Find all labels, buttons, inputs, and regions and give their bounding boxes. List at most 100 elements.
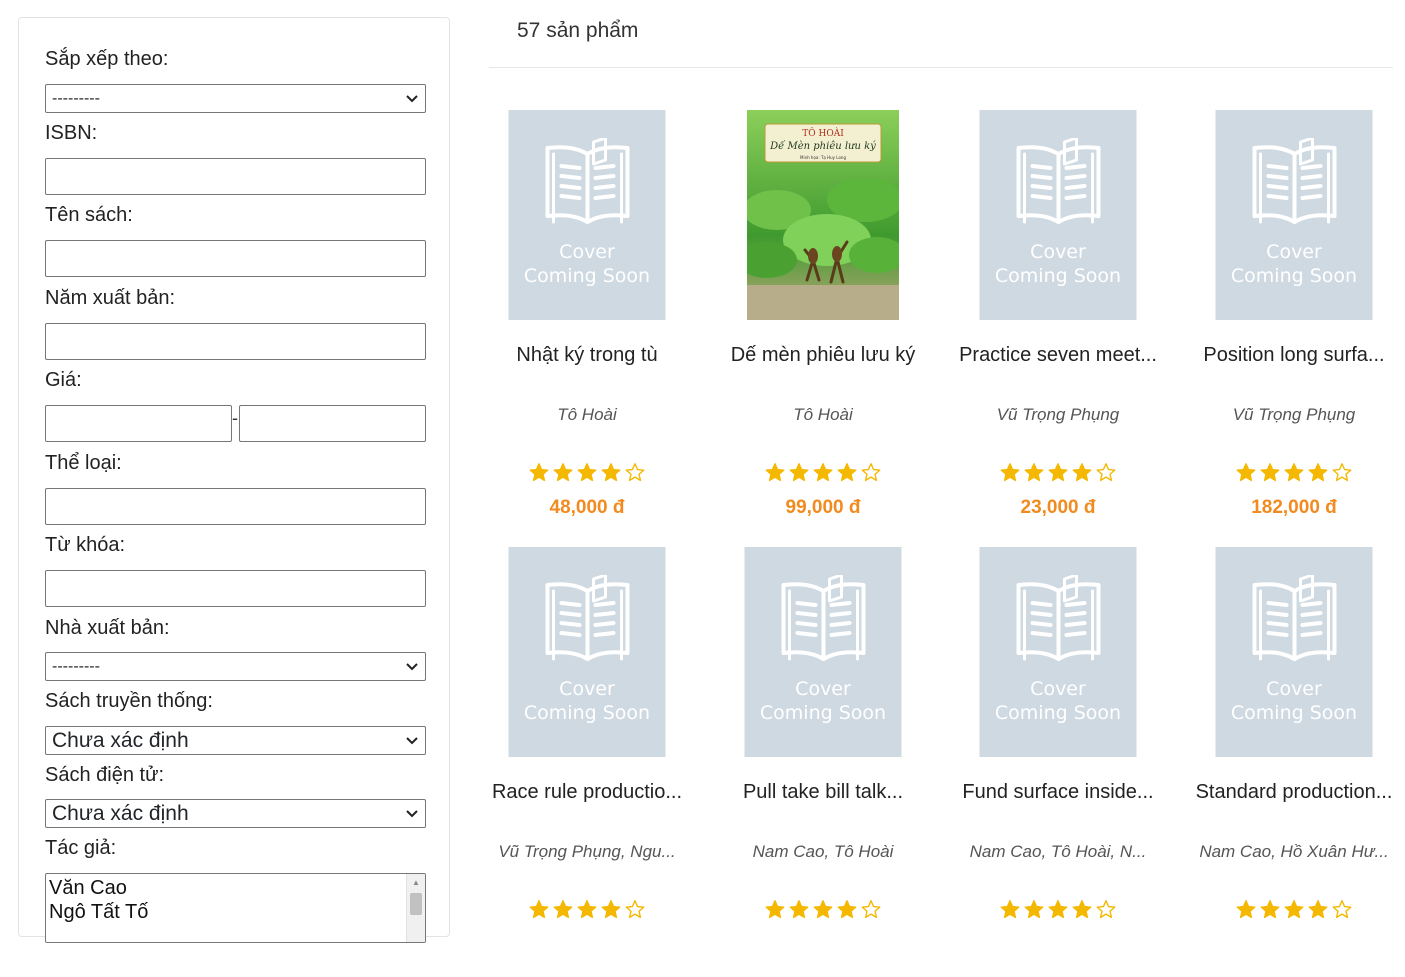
results-divider bbox=[489, 67, 1393, 68]
open-book-icon bbox=[545, 138, 630, 224]
star-empty-icon bbox=[625, 463, 645, 482]
sort-select[interactable]: --------- bbox=[45, 84, 426, 113]
rating-stars bbox=[487, 899, 687, 920]
genre-input[interactable] bbox=[45, 488, 426, 525]
book-cover[interactable]: Cover Coming Soon bbox=[979, 110, 1137, 320]
cover-placeholder-text: Cover Coming Soon bbox=[759, 678, 887, 724]
price-min-input[interactable] bbox=[45, 405, 232, 442]
rating-stars bbox=[1194, 462, 1394, 483]
publish-year-input[interactable] bbox=[45, 323, 426, 360]
open-book-icon bbox=[1016, 138, 1101, 224]
author-option[interactable]: Ngô Tất Tố bbox=[46, 900, 425, 924]
publisher-select-value: --------- bbox=[52, 657, 100, 675]
book-title-input[interactable] bbox=[45, 240, 426, 277]
chevron-down-icon bbox=[405, 734, 419, 748]
scroll-up-icon[interactable]: ▲ bbox=[407, 874, 425, 891]
scrollbar-thumb[interactable] bbox=[410, 893, 422, 915]
product-card[interactable]: Cover Coming Soon Position long surfa...… bbox=[1194, 110, 1394, 540]
keyword-input[interactable] bbox=[45, 570, 426, 607]
cover-placeholder-text: Cover Coming Soon bbox=[1230, 678, 1358, 724]
star-filled-icon bbox=[529, 463, 549, 482]
product-card[interactable]: Cover Coming Soon Race rule productio...… bbox=[487, 547, 687, 977]
star-filled-icon bbox=[813, 900, 833, 919]
cover-author-text: TÔ HOÀI bbox=[802, 127, 844, 139]
ebook-label: Sách điện tử: bbox=[45, 764, 165, 786]
star-filled-icon bbox=[1308, 900, 1328, 919]
cover-placeholder-text: Cover Coming Soon bbox=[1230, 241, 1358, 287]
book-cover[interactable]: Cover Coming Soon bbox=[1215, 110, 1373, 320]
cover-placeholder-text: Cover Coming Soon bbox=[994, 678, 1122, 724]
product-title[interactable]: Standard production... bbox=[1194, 777, 1394, 807]
product-title[interactable]: Fund surface inside... bbox=[958, 777, 1158, 807]
rating-stars bbox=[723, 899, 923, 920]
ebook-select-value: Chưa xác định bbox=[52, 801, 189, 825]
star-filled-icon bbox=[1284, 900, 1304, 919]
book-cover[interactable]: Cover Coming Soon bbox=[508, 110, 666, 320]
author-listbox[interactable]: Văn Cao Ngô Tất Tố ▲ bbox=[45, 873, 426, 943]
product-card[interactable]: Cover Coming Soon Nhật ký trong tù Tô Ho… bbox=[487, 110, 687, 540]
rating-stars bbox=[723, 462, 923, 483]
product-author: Tô Hoài bbox=[793, 405, 853, 424]
star-empty-icon bbox=[625, 900, 645, 919]
cover-illustrator-text: Minh họa: Tạ Huy Long bbox=[800, 155, 846, 160]
star-empty-icon bbox=[1332, 463, 1352, 482]
traditional-book-select-value: Chưa xác định bbox=[52, 728, 189, 752]
ebook-select[interactable]: Chưa xác định bbox=[45, 799, 426, 828]
product-author: Nam Cao, Tô Hoài bbox=[752, 842, 894, 861]
star-filled-icon bbox=[813, 463, 833, 482]
star-filled-icon bbox=[1024, 463, 1044, 482]
book-cover[interactable]: Cover Coming Soon bbox=[508, 547, 666, 757]
rating-stars bbox=[1194, 899, 1394, 920]
product-title[interactable]: Pull take bill talk... bbox=[723, 777, 923, 807]
product-title[interactable]: Nhật ký trong tù bbox=[487, 340, 687, 370]
publisher-select[interactable]: --------- bbox=[45, 652, 426, 681]
price-max-input[interactable] bbox=[239, 405, 426, 442]
star-filled-icon bbox=[789, 463, 809, 482]
product-price: 23,000 đ bbox=[1020, 497, 1096, 518]
product-author: Tô Hoài bbox=[557, 405, 617, 424]
star-empty-icon bbox=[1096, 463, 1116, 482]
star-filled-icon bbox=[553, 900, 573, 919]
star-filled-icon bbox=[1260, 900, 1280, 919]
publisher-label: Nhà xuất bản: bbox=[45, 617, 170, 639]
product-title[interactable]: Race rule productio... bbox=[487, 777, 687, 807]
star-filled-icon bbox=[1024, 900, 1044, 919]
book-cover[interactable]: Cover Coming Soon bbox=[744, 547, 902, 757]
product-author: Vũ Trọng Phụng bbox=[1232, 405, 1356, 424]
book-title-label: Tên sách: bbox=[45, 204, 133, 226]
star-filled-icon bbox=[601, 900, 621, 919]
open-book-icon bbox=[781, 575, 866, 661]
book-cover[interactable]: Cover Coming Soon bbox=[979, 547, 1137, 757]
star-empty-icon bbox=[861, 900, 881, 919]
book-cover[interactable]: TÔ HOÀI Dế Mèn phiêu lưu ký Minh họa: Tạ… bbox=[747, 110, 899, 320]
author-option[interactable]: Văn Cao bbox=[46, 876, 425, 900]
price-separator: - bbox=[232, 408, 238, 428]
book-cover[interactable]: Cover Coming Soon bbox=[1215, 547, 1373, 757]
traditional-book-label: Sách truyền thống: bbox=[45, 690, 213, 712]
product-card[interactable]: TÔ HOÀI Dế Mèn phiêu lưu ký Minh họa: Tạ… bbox=[723, 110, 923, 540]
star-filled-icon bbox=[553, 463, 573, 482]
filter-panel: Sắp xếp theo: --------- ISBN: Tên sách: … bbox=[18, 17, 450, 943]
cover-placeholder-text: Cover Coming Soon bbox=[523, 241, 651, 287]
book-cover-image[interactable]: TÔ HOÀI Dế Mèn phiêu lưu ký Minh họa: Tạ… bbox=[747, 110, 899, 320]
product-card[interactable]: Cover Coming Soon Fund surface inside...… bbox=[958, 547, 1158, 977]
product-card[interactable]: Cover Coming Soon Pull take bill talk...… bbox=[723, 547, 923, 977]
star-filled-icon bbox=[1284, 463, 1304, 482]
star-filled-icon bbox=[1072, 900, 1092, 919]
product-card[interactable]: Cover Coming Soon Standard production...… bbox=[1194, 547, 1394, 977]
traditional-book-select[interactable]: Chưa xác định bbox=[45, 726, 426, 755]
keyword-label: Từ khóa: bbox=[45, 534, 126, 556]
star-filled-icon bbox=[1260, 463, 1280, 482]
product-title[interactable]: Dế mèn phiêu lưu ký bbox=[723, 340, 923, 370]
rating-stars bbox=[958, 899, 1158, 920]
star-filled-icon bbox=[1048, 463, 1068, 482]
product-title[interactable]: Practice seven meet... bbox=[958, 340, 1158, 370]
product-title[interactable]: Position long surfa... bbox=[1194, 340, 1394, 370]
author-label: Tác giả: bbox=[45, 837, 117, 859]
star-filled-icon bbox=[1000, 463, 1020, 482]
isbn-input[interactable] bbox=[45, 158, 426, 195]
product-card[interactable]: Cover Coming Soon Practice seven meet...… bbox=[958, 110, 1158, 540]
star-filled-icon bbox=[765, 900, 785, 919]
listbox-scrollbar[interactable]: ▲ bbox=[406, 874, 425, 942]
chevron-down-icon bbox=[405, 660, 419, 674]
